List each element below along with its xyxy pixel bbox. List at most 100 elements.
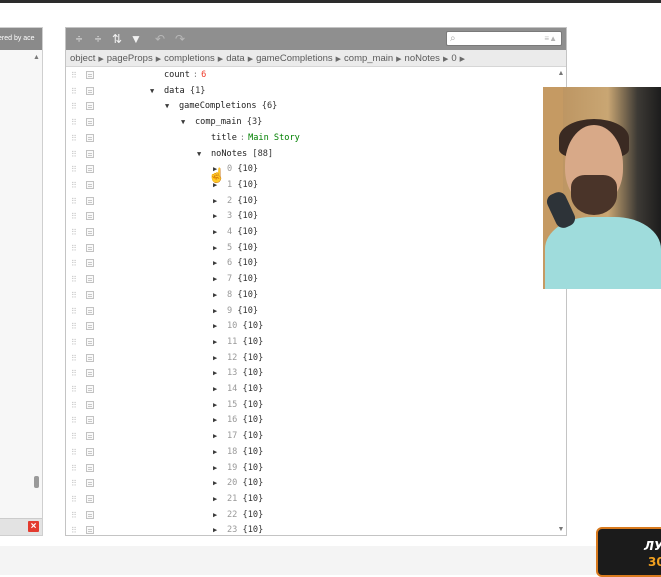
context-menu-icon[interactable] xyxy=(86,432,94,441)
tree-row[interactable]: ⠿ ▶ 13 {10} xyxy=(66,366,556,382)
drag-handle-icon[interactable]: ⠿ xyxy=(71,448,77,457)
drag-handle-icon[interactable]: ⠿ xyxy=(71,87,77,96)
drag-handle-icon[interactable]: ⠿ xyxy=(71,322,77,331)
drag-handle-icon[interactable]: ⠿ xyxy=(71,526,77,535)
context-menu-icon[interactable] xyxy=(86,416,94,425)
collapsed-toggle-icon[interactable]: ▶ xyxy=(213,243,217,254)
tree-row[interactable]: ⠿ title: Main Story xyxy=(66,131,556,147)
tree-row[interactable]: ⠿ ▼ comp_main {3} xyxy=(66,115,556,131)
context-menu-icon[interactable] xyxy=(86,463,94,472)
drag-handle-icon[interactable]: ⠿ xyxy=(71,228,77,237)
collapsed-toggle-icon[interactable]: ▶ xyxy=(213,431,217,442)
drag-handle-icon[interactable]: ⠿ xyxy=(71,369,77,378)
tree-row[interactable]: ⠿ ▶ 22 {10} xyxy=(66,508,556,524)
context-menu-icon[interactable] xyxy=(86,369,94,378)
context-menu-icon[interactable] xyxy=(86,118,94,127)
scroll-down-icon[interactable]: ▼ xyxy=(556,526,566,533)
collapsed-toggle-icon[interactable]: ▶ xyxy=(213,368,217,379)
expand-all-icon[interactable]: ÷ xyxy=(71,31,87,47)
collapsed-toggle-icon[interactable]: ▶ xyxy=(213,258,217,269)
drag-handle-icon[interactable]: ⠿ xyxy=(71,275,77,284)
context-menu-icon[interactable] xyxy=(86,196,94,205)
search-options-icon[interactable]: ≡▲ xyxy=(544,32,557,45)
field-key[interactable]: title xyxy=(211,133,237,143)
breadcrumb-item[interactable]: gameCompletions xyxy=(256,53,333,64)
context-menu-icon[interactable] xyxy=(86,71,94,79)
tree-row[interactable]: ⠿ ▶ 20 {10} xyxy=(66,476,556,492)
redo-icon[interactable]: ↷ xyxy=(172,31,188,47)
drag-handle-icon[interactable]: ⠿ xyxy=(71,71,77,80)
collapsed-toggle-icon[interactable]: ▶ xyxy=(213,196,217,207)
field-key[interactable]: noNotes xyxy=(211,149,247,159)
tree-row[interactable]: ⠿ ▶ 15 {10} xyxy=(66,398,556,414)
tree-row[interactable]: ⠿ ▶ 2 {10} xyxy=(66,194,556,210)
tree-row[interactable]: ⠿ ▶ 10 {10} xyxy=(66,319,556,335)
tree-row[interactable]: ⠿ ▶ 16 {10} xyxy=(66,413,556,429)
context-menu-icon[interactable] xyxy=(86,149,94,158)
collapsed-toggle-icon[interactable]: ▶ xyxy=(213,211,217,222)
drag-handle-icon[interactable]: ⠿ xyxy=(71,134,77,143)
drag-handle-icon[interactable]: ⠿ xyxy=(71,165,77,174)
context-menu-icon[interactable] xyxy=(86,102,94,111)
context-menu-icon[interactable] xyxy=(86,494,94,503)
drag-handle-icon[interactable]: ⠿ xyxy=(71,495,77,504)
field-key[interactable]: gameCompletions xyxy=(179,101,257,111)
tree-row[interactable]: ⠿ count:6 xyxy=(66,68,556,84)
collapsed-toggle-icon[interactable]: ▶ xyxy=(213,494,217,505)
tree-row[interactable]: ⠿ ▶ 7 {10} xyxy=(66,272,556,288)
drag-handle-icon[interactable]: ⠿ xyxy=(71,102,77,111)
drag-handle-icon[interactable]: ⠿ xyxy=(71,212,77,221)
collapsed-toggle-icon[interactable]: ▶ xyxy=(213,321,217,332)
tree-row[interactable]: ⠿ ▶ 5 {10} xyxy=(66,241,556,257)
tree-row[interactable]: ⠿ ▶ 17 {10} xyxy=(66,429,556,445)
context-menu-icon[interactable] xyxy=(86,86,94,95)
breadcrumb-item[interactable]: object xyxy=(70,53,95,64)
breadcrumb-item[interactable]: data xyxy=(226,53,245,64)
drag-handle-icon[interactable]: ⠿ xyxy=(71,464,77,473)
breadcrumb-item[interactable]: noNotes xyxy=(405,53,440,64)
collapse-all-icon[interactable]: ÷ xyxy=(90,31,106,47)
field-value[interactable]: 6 xyxy=(201,70,206,80)
close-icon[interactable]: × xyxy=(28,521,39,532)
context-menu-icon[interactable] xyxy=(86,385,94,393)
expanded-toggle-icon[interactable]: ▼ xyxy=(165,101,169,112)
tree-row[interactable]: ⠿ ▶ 6 {10} xyxy=(66,256,556,272)
context-menu-icon[interactable] xyxy=(86,400,94,409)
tree-row[interactable]: ⠿ ▶ 18 {10} xyxy=(66,445,556,461)
drag-handle-icon[interactable]: ⠿ xyxy=(71,338,77,347)
breadcrumb-item[interactable]: 0 xyxy=(451,53,456,64)
context-menu-icon[interactable] xyxy=(86,259,94,268)
context-menu-icon[interactable] xyxy=(86,243,94,252)
context-menu-icon[interactable] xyxy=(86,212,94,221)
undo-icon[interactable]: ↶ xyxy=(152,31,168,47)
tree-row[interactable]: ⠿ ▶ 11 {10} xyxy=(66,335,556,351)
context-menu-icon[interactable] xyxy=(86,180,94,189)
context-menu-icon[interactable] xyxy=(86,228,94,236)
tree-row[interactable]: ⠿ ▶ 23 {10} xyxy=(66,523,556,535)
drag-handle-icon[interactable]: ⠿ xyxy=(71,479,77,488)
context-menu-icon[interactable] xyxy=(86,526,94,535)
tree-row[interactable]: ⠿ ▶ 9 {10} xyxy=(66,304,556,320)
collapsed-toggle-icon[interactable]: ▶ xyxy=(213,463,217,474)
tree-row[interactable]: ⠿ ▼ noNotes [88] xyxy=(66,147,556,163)
scroll-up-icon[interactable]: ▲ xyxy=(556,70,566,77)
collapsed-toggle-icon[interactable]: ▶ xyxy=(213,400,217,411)
drag-handle-icon[interactable]: ⠿ xyxy=(71,118,77,127)
expanded-toggle-icon[interactable]: ▼ xyxy=(150,86,154,97)
tree-row[interactable]: ⠿ ▶ 8 {10} xyxy=(66,288,556,304)
drag-handle-icon[interactable]: ⠿ xyxy=(71,401,77,410)
field-key[interactable]: comp_main xyxy=(195,117,242,127)
tree-row[interactable]: ⠿ ▼ data {1} xyxy=(66,84,556,100)
breadcrumb-item[interactable]: completions xyxy=(164,53,215,64)
collapsed-toggle-icon[interactable]: ▶ xyxy=(213,447,217,458)
context-menu-icon[interactable] xyxy=(86,337,94,346)
left-scroll-thumb[interactable] xyxy=(34,476,39,488)
context-menu-icon[interactable] xyxy=(86,322,94,331)
search-box[interactable]: ⌕ ≡▲ xyxy=(446,31,562,46)
scroll-up-icon[interactable]: ▲ xyxy=(32,53,41,62)
field-key[interactable]: count xyxy=(164,70,190,80)
expanded-toggle-icon[interactable]: ▼ xyxy=(181,117,185,128)
drag-handle-icon[interactable]: ⠿ xyxy=(71,416,77,425)
field-value[interactable]: Main Story xyxy=(248,133,300,143)
tree-row[interactable]: ⠿ ▶ 0 {10} xyxy=(66,162,556,178)
